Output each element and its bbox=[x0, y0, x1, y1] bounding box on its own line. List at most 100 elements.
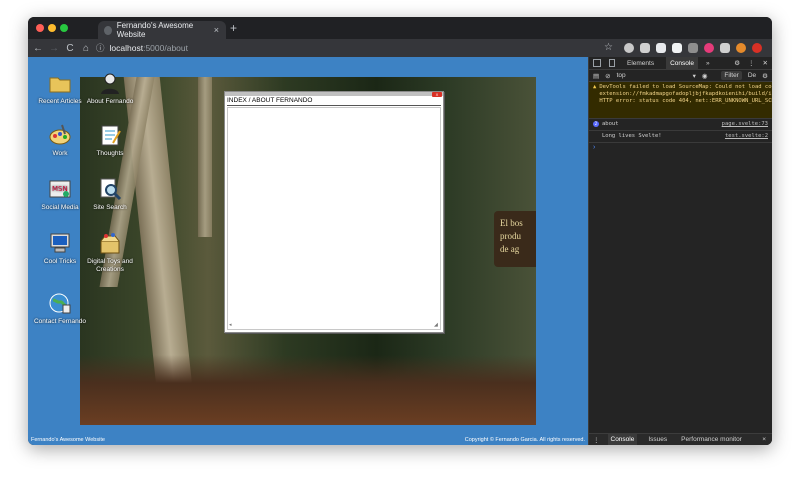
window-titlebar[interactable] bbox=[225, 92, 443, 96]
close-devtools-icon[interactable]: ✕ bbox=[763, 59, 768, 67]
icon-label: Thoughts bbox=[96, 150, 124, 157]
desktop-icon-contact-fernando[interactable]: Contact Fernando bbox=[32, 291, 88, 326]
bookmark-star-icon[interactable]: ☆ bbox=[604, 42, 613, 53]
folder-icon bbox=[48, 71, 72, 95]
wooden-sign: El bos produ de ag bbox=[494, 211, 536, 267]
person-icon bbox=[98, 71, 122, 95]
more-tabs-button[interactable]: » bbox=[706, 60, 710, 67]
desktop-icon-about-fernando[interactable]: About Fernando bbox=[82, 71, 138, 106]
copyright-text: Copyright © Fernando Garcia. All rights … bbox=[464, 436, 585, 443]
sidebar-toggle-icon[interactable]: ▤ bbox=[593, 72, 599, 80]
desktop-icon-recent-articles[interactable]: Recent Articles bbox=[32, 71, 88, 106]
icon-label: Site Search bbox=[93, 204, 127, 211]
site-name: Fernando's Awesome Website bbox=[31, 436, 105, 443]
profile-avatar-icon[interactable] bbox=[736, 43, 746, 53]
desktop-icon-site-search[interactable]: Site Search bbox=[82, 177, 138, 212]
info-icon[interactable]: ⓘ bbox=[96, 42, 105, 54]
drawer-tab-console[interactable]: Console bbox=[607, 433, 638, 445]
update-menu-icon[interactable] bbox=[752, 43, 762, 53]
icon-label: Social Media bbox=[41, 204, 79, 211]
camera-extension-icon[interactable] bbox=[640, 43, 650, 53]
browser-window: Fernando's Awesome Website × + ← → C ⌂ ⓘ… bbox=[28, 17, 772, 445]
sign-line: El bos bbox=[500, 218, 523, 228]
about-window[interactable]: X INDEX / ABOUT FERNANDO ◂ ◢ bbox=[224, 91, 444, 333]
warning-text: DevTools failed to load SourceMap: Could… bbox=[599, 84, 772, 104]
message-source-link[interactable]: page.svelte:73 bbox=[722, 121, 768, 128]
sign-line: de ag bbox=[500, 244, 520, 254]
window-content[interactable]: ◂ ◢ bbox=[227, 107, 441, 330]
puzzle-extension-icon[interactable] bbox=[688, 43, 698, 53]
back-button[interactable]: ← bbox=[30, 43, 46, 54]
console-toolbar: ▤ ⊘ top ▾ ◉ Filter De ⚙ bbox=[589, 70, 772, 82]
console-message: 2 about page.svelte:73 bbox=[589, 119, 772, 131]
page-viewport: El bos produ de ag Recent Articles About… bbox=[28, 57, 588, 445]
desktop-icon-thoughts[interactable]: Thoughts bbox=[82, 123, 138, 158]
url-path: :5000/about bbox=[143, 43, 188, 53]
browser-toolbar: ← → C ⌂ ⓘ localhost :5000/about ☆ bbox=[28, 39, 772, 57]
paint-icon bbox=[48, 123, 72, 147]
message-source-link[interactable]: test.svelte:2 bbox=[725, 133, 768, 140]
drawer-tab-issues[interactable]: Issues bbox=[645, 434, 670, 446]
icon-label: Contact Fernando bbox=[33, 318, 87, 325]
new-tab-button[interactable]: + bbox=[230, 21, 237, 35]
icon-label: Recent Articles bbox=[38, 98, 82, 105]
home-button[interactable]: ⌂ bbox=[78, 43, 94, 54]
desktop-icon-work[interactable]: Work bbox=[32, 123, 88, 158]
desktop-icon-digital-toys[interactable]: Digital Toys and Creations bbox=[82, 231, 138, 274]
desktop-taskbar: Fernando's Awesome Website Copyright © F… bbox=[28, 434, 588, 445]
sign-line: produ bbox=[500, 231, 521, 241]
eye-icon[interactable]: ◉ bbox=[702, 72, 708, 80]
window-title: INDEX / ABOUT FERNANDO bbox=[227, 97, 441, 106]
favicon-icon bbox=[104, 25, 112, 35]
colorful-extension-icon[interactable] bbox=[704, 43, 714, 53]
warning-icon: ▲ bbox=[593, 84, 597, 90]
context-selector[interactable]: top bbox=[617, 72, 687, 79]
tab-title: Fernando's Awesome Website bbox=[116, 21, 194, 39]
console-prompt[interactable]: › bbox=[589, 143, 772, 152]
drawer-menu-icon[interactable]: ⋮ bbox=[593, 436, 600, 444]
context-dropdown-icon[interactable]: ▾ bbox=[693, 72, 696, 80]
address-bar[interactable]: ⓘ localhost :5000/about bbox=[96, 41, 596, 55]
reload-button[interactable]: C bbox=[62, 43, 78, 54]
settings-gear-icon[interactable]: ⚙ bbox=[734, 59, 740, 67]
drawer-tab-performance-monitor[interactable]: Performance monitor bbox=[678, 434, 745, 446]
icon-label: Cool Tricks bbox=[43, 258, 77, 265]
message-text: about bbox=[602, 121, 619, 127]
minimize-window-button[interactable] bbox=[48, 24, 56, 32]
filter-input[interactable]: Filter bbox=[721, 71, 742, 80]
tab-console[interactable]: Console bbox=[666, 56, 698, 70]
desktop-icon-cool-tricks[interactable]: Cool Tricks bbox=[32, 231, 88, 266]
levels-dropdown[interactable]: De bbox=[748, 72, 756, 79]
globe-icon bbox=[48, 291, 72, 315]
device-toggle-icon[interactable] bbox=[609, 59, 615, 67]
tag-extension-icon[interactable] bbox=[656, 43, 666, 53]
close-window-button[interactable] bbox=[36, 24, 44, 32]
console-settings-icon[interactable]: ⚙ bbox=[762, 72, 768, 80]
console-message: Long lives Svelte! test.svelte:2 bbox=[589, 131, 772, 143]
extension-icon[interactable] bbox=[624, 43, 634, 53]
drawer-close-icon[interactable]: × bbox=[762, 436, 766, 443]
icon-label: About Fernando bbox=[86, 98, 134, 105]
clear-console-icon[interactable]: ⊘ bbox=[605, 72, 610, 80]
message-text: Long lives Svelte! bbox=[602, 133, 662, 139]
forward-button[interactable]: → bbox=[46, 43, 62, 54]
ground bbox=[80, 355, 536, 425]
icon-label: Work bbox=[52, 150, 68, 157]
c-extension-icon[interactable] bbox=[672, 43, 682, 53]
kebab-menu-icon[interactable]: ⋮ bbox=[748, 59, 755, 67]
tab-elements[interactable]: Elements bbox=[623, 57, 658, 70]
tab-strip: Fernando's Awesome Website × + bbox=[28, 17, 772, 39]
tab-close-button[interactable]: × bbox=[214, 25, 219, 35]
scroll-left-icon[interactable]: ◂ bbox=[229, 323, 234, 328]
zoom-window-button[interactable] bbox=[60, 24, 68, 32]
search-icon bbox=[98, 177, 122, 201]
box-icon bbox=[98, 231, 122, 255]
desktop-icon-social-media[interactable]: MSN Social Media bbox=[32, 177, 88, 212]
tree-trunk bbox=[198, 77, 212, 237]
extensions-menu-icon[interactable] bbox=[720, 43, 730, 53]
resize-grip-icon[interactable]: ◢ bbox=[434, 323, 439, 328]
inspect-icon[interactable] bbox=[593, 59, 601, 67]
devtools-panel: Elements Console » ⚙ ⋮ ✕ ▤ ⊘ top ▾ ◉ Fil… bbox=[588, 56, 772, 446]
repeat-count-badge: 2 bbox=[593, 121, 599, 127]
browser-tab[interactable]: Fernando's Awesome Website × bbox=[98, 21, 226, 39]
